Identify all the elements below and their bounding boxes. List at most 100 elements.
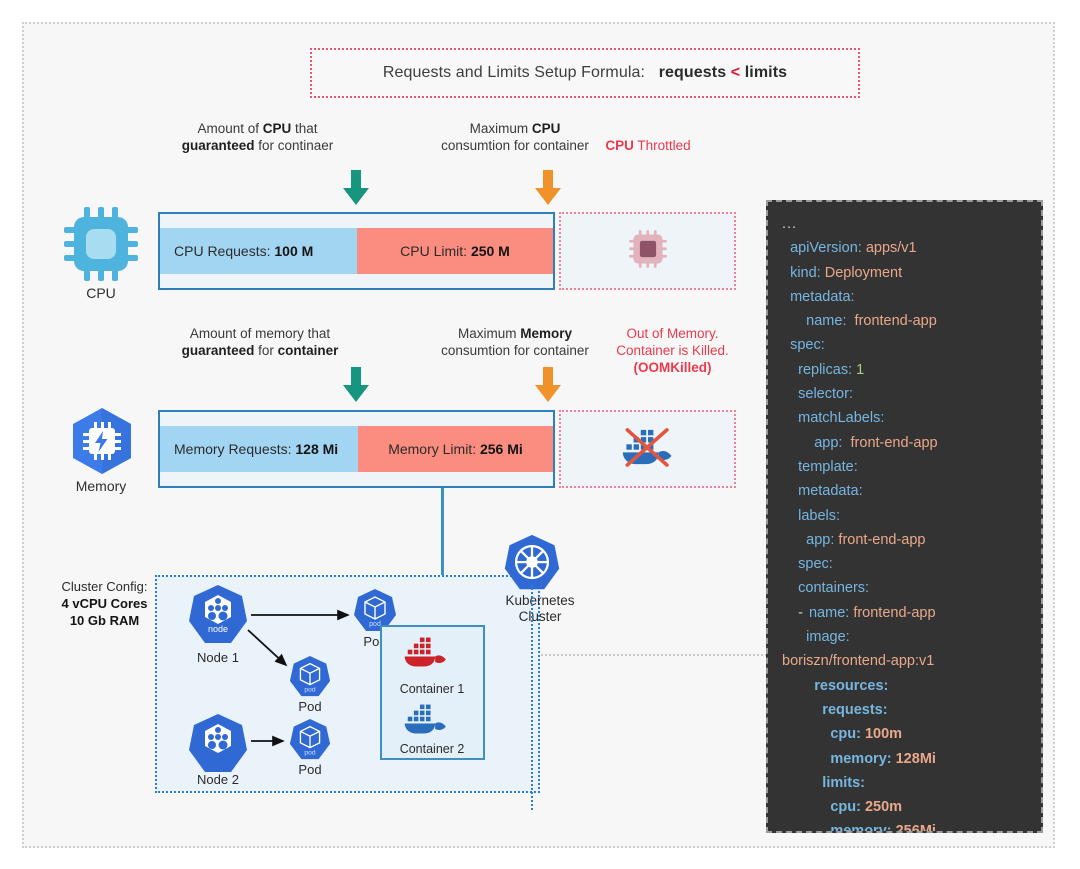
- yaml-value: boriszn/frontend-app:v1: [782, 653, 935, 670]
- memory-requests-bar-label: Memory Requests:: [174, 441, 296, 457]
- cpu-req-cap-l1a: Amount of: [197, 121, 263, 136]
- yaml-key: resources:: [814, 677, 889, 694]
- memory-requests-arrow-green: [336, 365, 376, 410]
- yaml-value: Deployment: [820, 264, 903, 281]
- mem-req-cap-l1: Amount of memory that: [189, 326, 331, 341]
- memory-limit-bar-label: Memory Limit:: [388, 441, 480, 457]
- cpu-req-cap-l2b: for continaer: [254, 138, 334, 153]
- mem-warn-l1: Out of Memory.: [626, 326, 719, 341]
- k8s-cluster-boundary-line: [531, 585, 533, 810]
- yaml-value: frontend-app: [849, 604, 936, 621]
- deployment-yaml-panel: ... apiVersion: apps/v1 kind: Deployment…: [766, 200, 1043, 833]
- yaml-code-block: ... apiVersion: apps/v1 kind: Deployment…: [782, 212, 1033, 831]
- cluster-config-ram: 10 Gb RAM: [69, 613, 140, 628]
- yaml-key: template:: [798, 458, 858, 475]
- yaml-line: app: front-end-app: [782, 528, 1033, 552]
- cpu-req-cap-l1c: that: [291, 121, 318, 136]
- cpu-limit-bar-text: CPU Limit: 250 M: [400, 243, 510, 259]
- cpu-requests-bar: CPU Requests: 100 M: [160, 228, 357, 274]
- cpu-requests-caption: Amount of CPU that guaranteed for contin…: [165, 120, 350, 154]
- yaml-key: matchLabels:: [798, 410, 885, 427]
- yaml-line: metadata:: [782, 285, 1033, 309]
- memory-oom-warning: Out of Memory. Container is Killed. (OOM…: [600, 325, 745, 376]
- yaml-key: image:: [806, 629, 850, 646]
- yaml-value: 100m: [860, 726, 903, 743]
- yaml-line: ...: [782, 212, 1033, 236]
- yaml-line: containers:: [782, 576, 1033, 600]
- yaml-key: cpu:: [830, 799, 861, 816]
- memory-oom-zone: [559, 410, 736, 488]
- memory-limit-bar: Memory Limit: 256 Mi: [358, 426, 553, 472]
- memory-requests-bar: Memory Requests: 128 Mi: [160, 426, 358, 472]
- yaml-line: spec:: [782, 333, 1033, 357]
- cpu-requests-bar-label: CPU Requests:: [174, 243, 275, 259]
- yaml-key: containers:: [798, 580, 870, 597]
- memory-requests-caption: Amount of memory that guaranteed for con…: [160, 325, 360, 359]
- yaml-value: front-end-app: [842, 434, 938, 451]
- yaml-line: apiVersion: apps/v1: [782, 236, 1033, 260]
- yaml-key: kind:: [790, 264, 821, 281]
- yaml-key: metadata:: [790, 288, 855, 305]
- yaml-line: memory: 256Mi: [782, 819, 1033, 831]
- cpu-lim-cap-l1b: CPU: [531, 121, 561, 136]
- cpu-throttled-chip-icon: [627, 228, 669, 275]
- yaml-line: matchLabels:: [782, 406, 1033, 430]
- yaml-line: limits:: [782, 771, 1033, 795]
- yaml-key: spec:: [798, 556, 833, 573]
- memory-limit-arrow-orange: [528, 365, 568, 410]
- diagram-canvas: Requests and Limits Setup Formula: reque…: [0, 0, 1080, 869]
- cpu-limit-bar: CPU Limit: 250 M: [357, 228, 553, 274]
- memory-requests-bar-value: 128 Mi: [295, 441, 339, 457]
- yaml-number: 1: [852, 361, 865, 378]
- memory-requests-bar-text: Memory Requests: 128 Mi: [160, 441, 338, 457]
- mem-lim-cap-l2: consumtion for container: [441, 343, 589, 358]
- yaml-line: cpu: 250m: [782, 795, 1033, 819]
- formula-requests: requests: [658, 64, 727, 81]
- mem-warn-l2: Container is Killed.: [616, 343, 729, 358]
- yaml-line: metadata:: [782, 479, 1033, 503]
- memory-hexagon-icon: [66, 405, 138, 482]
- formula-banner: Requests and Limits Setup Formula: reque…: [310, 48, 860, 98]
- yaml-line: requests:: [782, 698, 1033, 722]
- k8s-label-l1: Kubernetes: [505, 593, 575, 608]
- yaml-key: metadata:: [798, 483, 863, 500]
- yaml-key: cpu:: [830, 726, 861, 743]
- container-2-label: Container 2: [399, 742, 465, 756]
- yaml-line: replicas: 1: [782, 358, 1033, 382]
- mem-lim-cap-l1b: Memory: [520, 326, 573, 341]
- cluster-config-cpu: 4 vCPU Cores: [61, 596, 148, 611]
- mem-lim-cap-l1a: Maximum: [457, 326, 521, 341]
- mem-warn-l3: (OOMKilled): [633, 360, 712, 375]
- cpu-requests-arrow-green: [336, 168, 376, 213]
- formula-prefix: Requests and Limits Setup Formula:: [382, 64, 646, 81]
- yaml-ellipsis: ...: [782, 216, 798, 232]
- kubernetes-cluster-label: Kubernetes Cluster: [485, 593, 595, 625]
- cpu-warn-rest: Throttled: [633, 138, 691, 153]
- container-1-label: Container 1: [399, 682, 465, 696]
- yaml-line: cpu: 100m: [782, 722, 1033, 746]
- formula-operator: <: [730, 64, 741, 81]
- docker-container-1-icon: [403, 633, 449, 676]
- cpu-limit-bar-value: 250 M: [470, 243, 510, 259]
- yaml-key: selector:: [798, 386, 853, 403]
- mem-req-cap-l2c: container: [277, 343, 339, 358]
- memory-limit-bar-text: Memory Limit: 256 Mi: [388, 441, 523, 457]
- memory-limit-caption: Maximum Memory consumtion for container: [420, 325, 610, 359]
- yaml-key: limits:: [822, 774, 865, 791]
- yaml-line: resources:: [782, 674, 1033, 698]
- yaml-key: requests:: [822, 701, 888, 718]
- yaml-dash: -: [798, 604, 809, 621]
- yaml-value: front-end-app: [834, 531, 926, 548]
- cpu-limit-bar-label: CPU Limit:: [400, 243, 471, 259]
- cpu-warn-bold: CPU: [605, 138, 634, 153]
- yaml-line: app: front-end-app: [782, 431, 1033, 455]
- memory-icon-label: Memory: [75, 478, 127, 494]
- cpu-req-cap-l2a: guaranteed: [181, 138, 255, 153]
- yaml-line: template:: [782, 455, 1033, 479]
- cluster-config-label: Cluster Config: 4 vCPU Cores 10 Gb RAM: [52, 578, 157, 629]
- k8s-label-l2: Cluster: [518, 609, 562, 624]
- formula-text: Requests and Limits Setup Formula: reque…: [383, 64, 787, 82]
- cpu-throttled-zone: [559, 212, 736, 290]
- yaml-value: apps/v1: [861, 240, 917, 257]
- yaml-key: app:: [814, 434, 843, 451]
